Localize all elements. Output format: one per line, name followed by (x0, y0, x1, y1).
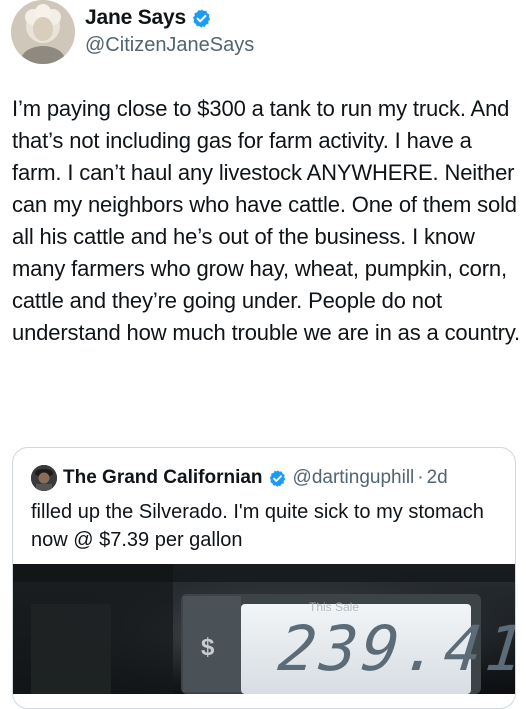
author-avatar[interactable] (11, 0, 75, 64)
author-handle[interactable]: @CitizenJaneSays (85, 34, 254, 57)
verified-badge-icon[interactable] (191, 8, 212, 29)
quoted-verified-badge-icon (268, 469, 287, 488)
timestamp-separator: · (417, 467, 424, 488)
author-name-row: Jane Says (85, 6, 212, 30)
quoted-tweet-text: filled up the Silverado. I'm quite sick … (31, 501, 484, 551)
quoted-author-handle[interactable]: @dartinguphill (293, 467, 415, 489)
quoted-tweet[interactable]: The Grand Californian @dartinguphill · 2… (12, 447, 516, 709)
pump-sale-readout: 239.41 (275, 612, 516, 685)
quoted-timestamp[interactable]: 2d (427, 467, 448, 489)
author-display-name[interactable]: Jane Says (85, 6, 186, 30)
tweet-card: Jane Says @CitizenJaneSays I’m paying cl… (0, 0, 526, 709)
gas-pump-photo[interactable]: This Sale $ 239.41 (13, 564, 515, 694)
quoted-tweet-header: The Grand Californian @dartinguphill · 2… (31, 465, 448, 491)
quoted-author-avatar[interactable] (31, 465, 57, 491)
pump-currency-symbol: $ (201, 634, 215, 661)
quoted-author-display-name[interactable]: The Grand Californian (63, 467, 263, 489)
tweet-text: I’m paying close to $300 a tank to run m… (12, 96, 521, 345)
